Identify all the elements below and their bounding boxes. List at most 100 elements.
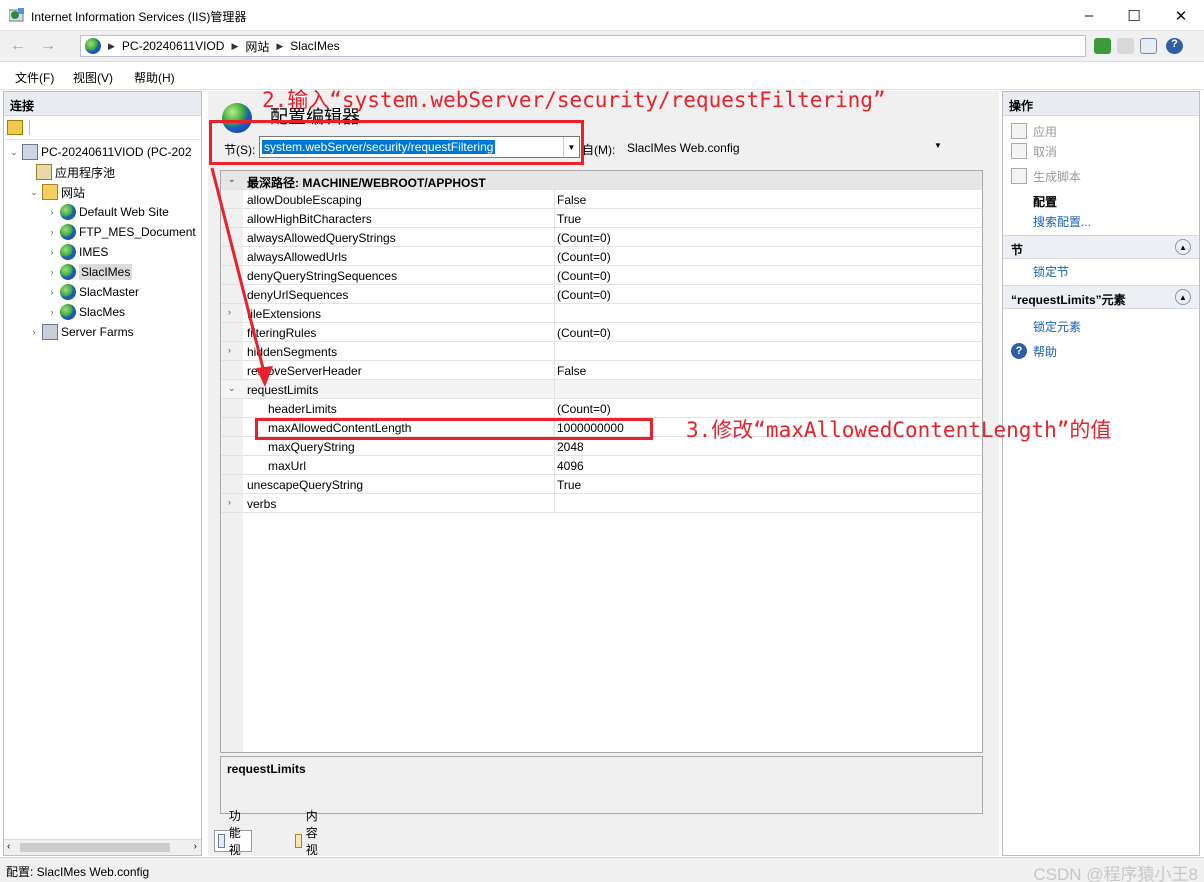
grid-row-filteringRules[interactable]: filteringRules (Count=0) <box>221 323 982 342</box>
search-config-link[interactable]: 搜索配置... <box>1011 212 1091 230</box>
chevron-right-icon[interactable]: › <box>228 345 231 355</box>
tree-node-slacmaster[interactable]: › SlacMaster <box>46 282 139 302</box>
grid-row-verbs[interactable]: › verbs <box>221 494 982 513</box>
refresh-icon[interactable] <box>1094 38 1111 54</box>
breadcrumb-separator-icon: ▶ <box>276 40 284 51</box>
property-value[interactable]: 4096 <box>557 459 584 473</box>
chevron-right-icon[interactable]: › <box>228 307 231 317</box>
property-value[interactable]: True <box>557 478 581 492</box>
grid-row-allowDoubleEscaping[interactable]: allowDoubleEscaping False <box>221 190 982 209</box>
chevron-down-icon[interactable]: ⌄ <box>228 174 236 185</box>
home-icon[interactable] <box>1140 38 1157 54</box>
help-action[interactable]: ? 帮助 <box>1011 342 1057 360</box>
property-value[interactable]: (Count=0) <box>557 288 611 302</box>
from-value[interactable]: SlacIMes Web.config <box>627 141 740 155</box>
chevron-right-icon[interactable]: › <box>46 307 58 317</box>
property-value[interactable]: False <box>557 193 586 207</box>
grid-row-requestLimits[interactable]: ⌄ requestLimits <box>221 380 982 399</box>
tree-node-server-farms[interactable]: › Server Farms <box>28 322 134 342</box>
forward-button[interactable]: → <box>36 35 60 57</box>
menu-help[interactable]: 帮助(H) <box>134 69 175 86</box>
lock-element-link[interactable]: 锁定元素 <box>1011 317 1081 335</box>
column-divider <box>554 380 555 398</box>
tree-node-sites[interactable]: ⌄ 网站 <box>28 182 85 202</box>
chevron-right-icon[interactable]: › <box>28 327 40 337</box>
property-value[interactable]: False <box>557 364 586 378</box>
chevron-right-icon[interactable]: › <box>46 247 58 257</box>
tree-node-slacimes[interactable]: › SlacIMes <box>46 262 133 282</box>
dropdown-arrow-icon[interactable]: ▼ <box>934 141 942 150</box>
scrollbar-thumb[interactable] <box>20 843 170 852</box>
tree-node-ftp-mes[interactable]: › FTP_MES_Document <box>46 222 196 242</box>
grid-row-denyUrlSequences[interactable]: denyUrlSequences (Count=0) <box>221 285 982 304</box>
tab-content-view[interactable]: 内容视图 <box>292 809 328 874</box>
tree-node-default-web-site[interactable]: › Default Web Site <box>46 202 169 222</box>
grid-row-allowHighBitCharacters[interactable]: allowHighBitCharacters True <box>221 209 982 228</box>
maximize-button[interactable]: ☐ <box>1111 0 1157 31</box>
status-text: 配置: SlacIMes Web.config <box>6 865 150 879</box>
generate-script-action[interactable]: 生成脚本 <box>1011 167 1081 185</box>
tree-node-imes[interactable]: › IMES <box>46 242 108 262</box>
breadcrumb-sites[interactable]: 网站 <box>245 38 269 55</box>
minimize-button[interactable]: – <box>1066 0 1112 31</box>
grid-row-maxUrl[interactable]: maxUrl 4096 <box>221 456 982 475</box>
chevron-right-icon[interactable]: › <box>46 227 58 237</box>
grid-row-unescapeQueryString[interactable]: unescapeQueryString True <box>221 475 982 494</box>
property-value[interactable]: 2048 <box>557 440 584 454</box>
features-view-icon <box>218 834 225 848</box>
collapse-up-icon[interactable]: ▲ <box>1175 239 1191 255</box>
property-value[interactable]: (Count=0) <box>557 402 611 416</box>
grid-header-row[interactable]: ⌄ 最深路径: MACHINE/WEBROOT/APPHOST <box>221 171 982 190</box>
chevron-right-icon[interactable]: › <box>46 267 58 277</box>
chevron-down-icon[interactable]: ⌄ <box>8 147 20 158</box>
menu-file[interactable]: 文件(F) <box>15 69 54 86</box>
stop-icon[interactable] <box>1117 38 1134 54</box>
collapse-up-icon[interactable]: ▲ <box>1175 289 1191 305</box>
scroll-left-icon[interactable]: ‹ <box>7 841 10 852</box>
property-value[interactable]: True <box>557 212 581 226</box>
menu-view[interactable]: 视图(V) <box>73 69 113 86</box>
chevron-right-icon[interactable]: › <box>228 497 231 507</box>
grid-row-fileExtensions[interactable]: › fileExtensions <box>221 304 982 323</box>
column-divider <box>554 342 555 360</box>
tree-node-app-pools[interactable]: 应用程序池 <box>34 162 115 182</box>
property-name: maxUrl <box>268 459 306 473</box>
close-button[interactable]: ✕ <box>1158 0 1204 31</box>
breadcrumb-server[interactable]: PC-20240611VIOD <box>122 39 225 53</box>
grid-row-alwaysAllowedUrls[interactable]: alwaysAllowedUrls (Count=0) <box>221 247 982 266</box>
chevron-down-icon[interactable]: ⌄ <box>228 383 236 394</box>
chevron-right-icon[interactable]: › <box>46 287 58 297</box>
grid-row-denyQueryStringSequences[interactable]: denyQueryStringSequences (Count=0) <box>221 266 982 285</box>
grid-row-alwaysAllowedQueryStrings[interactable]: alwaysAllowedQueryStrings (Count=0) <box>221 228 982 247</box>
property-value[interactable]: (Count=0) <box>557 250 611 264</box>
property-value[interactable]: (Count=0) <box>557 231 611 245</box>
address-bar[interactable]: ▶ PC-20240611VIOD ▶ 网站 ▶ SlacIMes <box>80 35 1086 57</box>
tree-node-server[interactable]: ⌄ PC-20240611VIOD (PC-202 <box>8 142 192 162</box>
connect-folder-icon[interactable] <box>7 120 23 135</box>
grid-row-hiddenSegments[interactable]: › hiddenSegments <box>221 342 982 361</box>
apply-action[interactable]: 应用 <box>1011 122 1057 140</box>
help-icon[interactable]: ? <box>1166 38 1183 54</box>
cancel-action[interactable]: 取消 <box>1011 142 1057 160</box>
property-value[interactable]: (Count=0) <box>557 326 611 340</box>
annotation-box-max-content-length <box>255 418 653 440</box>
scroll-right-icon[interactable]: › <box>194 841 197 852</box>
section-group-header[interactable]: 节 ▲ <box>1003 235 1199 259</box>
tree-node-label: FTP_MES_Document <box>79 225 196 239</box>
tree-node-slacmes[interactable]: › SlacMes <box>46 302 125 322</box>
lock-section-link[interactable]: 锁定节 <box>1011 262 1069 280</box>
chevron-right-icon[interactable]: › <box>46 207 58 217</box>
apply-icon <box>1011 123 1027 139</box>
back-button[interactable]: ← <box>6 35 30 57</box>
property-value[interactable]: (Count=0) <box>557 269 611 283</box>
chevron-down-icon[interactable]: ⌄ <box>28 187 40 198</box>
element-group-header[interactable]: “requestLimits”元素 ▲ <box>1003 285 1199 309</box>
from-combobox[interactable]: SlacIMes Web.config ▼ <box>622 136 982 158</box>
tab-features-view[interactable]: 功能视图 <box>214 809 253 874</box>
property-name: filteringRules <box>247 326 317 340</box>
grid-row-removeServerHeader[interactable]: removeServerHeader False <box>221 361 982 380</box>
breadcrumb-site[interactable]: SlacIMes <box>290 39 339 53</box>
description-title: requestLimits <box>227 762 306 776</box>
toolbar-divider <box>29 120 30 135</box>
horizontal-scrollbar[interactable]: ‹ › <box>4 839 201 855</box>
